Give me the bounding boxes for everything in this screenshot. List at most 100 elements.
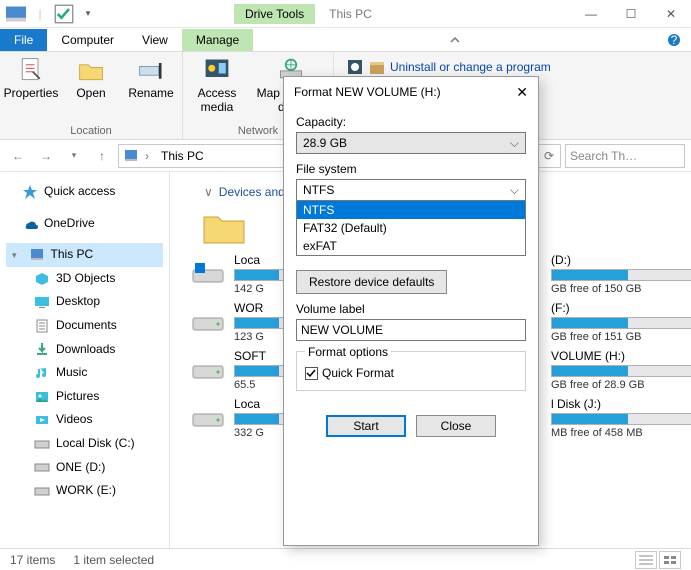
nav-forward-button[interactable]: → (34, 144, 58, 168)
context-tab-drive-tools[interactable]: Drive Tools (234, 4, 315, 24)
nav-work-e[interactable]: WORK (E:) (6, 479, 163, 503)
search-placeholder: Search Th… (570, 149, 637, 163)
uninstall-label: Uninstall or change a program (390, 60, 551, 74)
pc-icon (123, 148, 139, 164)
box-icon (368, 58, 386, 76)
nav-this-pc[interactable]: ▾This PC (6, 243, 163, 267)
nav-desktop[interactable]: Desktop (6, 290, 163, 314)
status-bar: 17 items 1 item selected (0, 548, 691, 570)
volume-label-label: Volume label (296, 302, 526, 316)
drive-right-name: (D:) (551, 253, 681, 267)
search-input[interactable]: Search Th… (565, 144, 685, 168)
nav-local-disk-c[interactable]: Local Disk (C:) (6, 432, 163, 456)
checkbox-checked-icon (305, 367, 318, 380)
nav-downloads[interactable]: Downloads (6, 338, 163, 362)
restore-defaults-button[interactable]: Restore device defaults (296, 270, 447, 294)
rename-button[interactable]: Rename (126, 56, 176, 100)
view-large-button[interactable] (659, 551, 681, 569)
drive-right-sub: MB free of 458 MB (551, 427, 681, 439)
filesystem-select[interactable]: NTFS⌵ (296, 179, 526, 201)
format-dialog: Format NEW VOLUME (H:) ✕ Capacity: 28.9 … (283, 76, 539, 546)
capacity-select[interactable]: 28.9 GB⌵ (296, 132, 526, 154)
chevron-down-icon: ∨ (204, 185, 219, 199)
capacity-bar (551, 365, 691, 377)
properties-button[interactable]: Properties (6, 56, 56, 100)
start-button[interactable]: Start (326, 415, 406, 437)
access-media-button[interactable]: Access media (189, 56, 245, 114)
dialog-titlebar: Format NEW VOLUME (H:) ✕ (284, 77, 538, 107)
fs-option-exfat[interactable]: exFAT (297, 237, 525, 255)
filesystem-label: File system (296, 162, 526, 176)
chevron-right-icon: › (145, 149, 155, 163)
fs-option-fat32[interactable]: FAT32 (Default) (297, 219, 525, 237)
titlebar: | ▾ Drive Tools This PC — ☐ ✕ (0, 0, 691, 28)
dialog-close-icon[interactable]: ✕ (516, 84, 528, 101)
qat-dropdown-icon[interactable]: ▾ (78, 4, 98, 24)
format-options-legend: Format options (305, 345, 391, 359)
view-details-button[interactable] (635, 551, 657, 569)
svg-text:?: ? (671, 33, 678, 47)
breadcrumb-thispc[interactable]: This PC (161, 149, 204, 163)
nav-up-button[interactable]: ↑ (90, 144, 114, 168)
drive-right-sub: GB free of 28.9 GB (551, 379, 681, 391)
nav-videos[interactable]: Videos (6, 408, 163, 432)
quick-access-toolbar: | ▾ (0, 4, 104, 24)
ribbon-group-label-network: Network (238, 125, 278, 139)
nav-music[interactable]: Music (6, 361, 163, 385)
minimize-button[interactable]: — (571, 0, 611, 28)
dialog-title: Format NEW VOLUME (H:) (294, 85, 441, 99)
status-selected: 1 item selected (73, 553, 154, 567)
close-button[interactable]: Close (416, 415, 496, 437)
capacity-label: Capacity: (296, 115, 526, 129)
nav-onedrive[interactable]: OneDrive (6, 212, 163, 236)
refresh-button[interactable]: ⟳ (537, 144, 561, 168)
ribbon-group-label-location: Location (70, 125, 112, 139)
maximize-button[interactable]: ☐ (611, 0, 651, 28)
properties-label: Properties (4, 86, 59, 100)
volume-label-input[interactable] (296, 319, 526, 341)
nav-pane: Quick access OneDrive ▾This PC 3D Object… (0, 172, 170, 548)
tab-file[interactable]: File (0, 29, 47, 51)
quick-format-checkbox[interactable]: Quick Format (305, 366, 517, 380)
format-options-group: Format options Quick Format (296, 351, 526, 391)
capacity-bar (551, 317, 691, 329)
capacity-bar (551, 269, 691, 281)
tab-manage[interactable]: Manage (182, 29, 253, 51)
status-item-count: 17 items (10, 553, 55, 567)
capacity-bar (551, 413, 691, 425)
nav-history-icon[interactable]: ▾ (62, 144, 86, 168)
window-title: This PC (329, 7, 372, 21)
fs-option-ntfs[interactable]: NTFS (297, 201, 525, 219)
nav-back-button[interactable]: ← (6, 144, 30, 168)
drive-right-name: l Disk (J:) (551, 397, 681, 411)
drive-right-sub: GB free of 150 GB (551, 283, 681, 295)
ribbon-collapse-icon[interactable] (438, 29, 472, 51)
help-icon[interactable]: ? (657, 29, 691, 51)
open-button[interactable]: Open (66, 56, 116, 100)
chevron-down-icon: ⌵ (510, 183, 519, 198)
ribbon-group-location: Properties Open Rename Location (0, 52, 183, 139)
chevron-down-icon: ▾ (12, 247, 23, 263)
access-media-label: Access media (189, 86, 245, 114)
filesystem-dropdown: NTFS FAT32 (Default) exFAT (296, 201, 526, 256)
quick-format-label: Quick Format (322, 366, 394, 380)
folder-icon (200, 207, 248, 247)
tab-view[interactable]: View (128, 29, 182, 51)
tab-computer[interactable]: Computer (47, 29, 128, 51)
uninstall-link[interactable]: Uninstall or change a program (340, 56, 557, 78)
nav-documents[interactable]: Documents (6, 314, 163, 338)
nav-one-d[interactable]: ONE (D:) (6, 456, 163, 480)
rename-label: Rename (128, 86, 173, 100)
open-label: Open (76, 86, 105, 100)
nav-3d-objects[interactable]: 3D Objects (6, 267, 163, 291)
chevron-down-icon: ⌵ (510, 136, 519, 151)
drive-right-name: (F:) (551, 301, 681, 315)
nav-quick-access[interactable]: Quick access (6, 180, 163, 204)
drive-right-name: VOLUME (H:) (551, 349, 681, 363)
qat-checkbox[interactable] (54, 4, 74, 24)
app-icon (6, 4, 26, 24)
gear-icon (346, 58, 364, 76)
close-window-button[interactable]: ✕ (651, 0, 691, 28)
nav-pictures[interactable]: Pictures (6, 385, 163, 409)
ribbon-tabs: File Computer View Manage ? (0, 28, 691, 52)
